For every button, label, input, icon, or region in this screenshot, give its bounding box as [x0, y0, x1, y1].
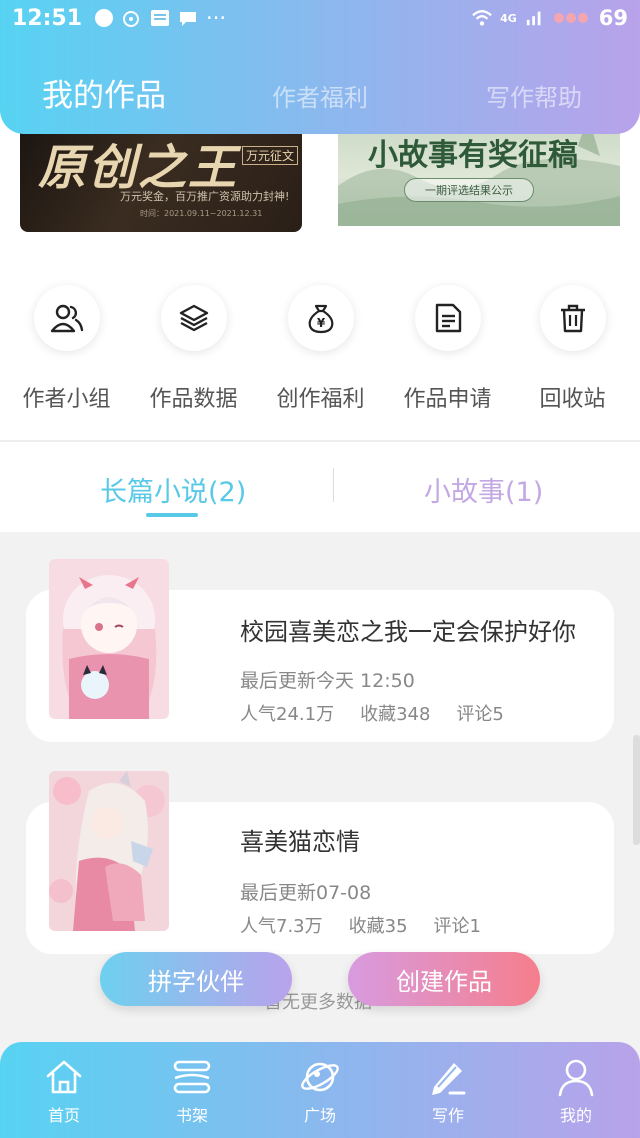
- app-header: 12:51 ··· 4G 69 我的作品 作者福利 写作帮助: [0, 0, 640, 134]
- layers-icon: [160, 285, 227, 351]
- planet-icon: [280, 1056, 360, 1098]
- work-cover-image[interactable]: [49, 559, 169, 719]
- money-bag-icon: ¥: [287, 285, 354, 351]
- quick-action-label: 作品申请: [403, 387, 492, 412]
- message-icon: [178, 8, 198, 28]
- banner-right-title: 小故事有奖征稿: [368, 138, 578, 173]
- chat-bubble-icon: [94, 8, 114, 28]
- nav-label: 写作: [431, 1106, 464, 1125]
- scrollbar[interactable]: [633, 735, 640, 845]
- network-type: 4G: [500, 11, 517, 25]
- signal-icon: [525, 8, 545, 28]
- work-cover-image[interactable]: [49, 771, 169, 931]
- work-updated: 最后更新07-08: [240, 882, 372, 904]
- tab-author-benefits[interactable]: 作者福利: [272, 78, 368, 113]
- work-popularity: 人气24.1万: [240, 704, 335, 725]
- work-stats: 人气24.1万 收藏348 评论5: [240, 700, 504, 726]
- create-work-button[interactable]: 创建作品: [348, 952, 540, 1006]
- nav-item-mine[interactable]: 我的: [536, 1056, 616, 1126]
- banner-left-subtitle: 万元奖金，百万推广资源助力封神!: [120, 190, 290, 203]
- pen-icon: [408, 1056, 488, 1098]
- tab-my-works[interactable]: 我的作品: [42, 70, 166, 115]
- more-notifications-indicator: ···: [206, 6, 227, 30]
- nav-item-plaza[interactable]: 广场: [280, 1056, 360, 1126]
- quick-action-label: 作者小组: [22, 387, 111, 412]
- document-icon: [414, 285, 481, 351]
- wifi-icon: [472, 8, 492, 28]
- status-time: 12:51: [12, 5, 83, 31]
- user-icon: [536, 1056, 616, 1098]
- bottom-navigation: 首页 书架 广场 写作 我的: [0, 1042, 640, 1138]
- work-comments: 评论1: [433, 916, 481, 937]
- quick-action-recycle-bin[interactable]: 回收站: [509, 285, 636, 413]
- writing-partner-button[interactable]: 拼字伙伴: [100, 952, 292, 1006]
- nav-label: 首页: [47, 1106, 80, 1125]
- nav-label: 广场: [303, 1106, 336, 1125]
- subtab-short-stories[interactable]: 小故事(1): [424, 470, 543, 509]
- quick-action-creation-benefits[interactable]: ¥ 创作福利: [257, 285, 384, 413]
- work-favorites: 收藏35: [348, 916, 408, 937]
- work-title: 喜美猫恋情: [240, 828, 360, 856]
- tab-writing-help[interactable]: 写作帮助: [486, 78, 582, 113]
- battery-icon: [553, 8, 591, 28]
- svg-text:¥: ¥: [316, 316, 325, 330]
- work-comments: 评论5: [456, 704, 504, 725]
- home-icon: [24, 1056, 104, 1098]
- battery-level: 69: [598, 6, 628, 30]
- nav-label: 书架: [175, 1106, 208, 1125]
- quick-action-author-group[interactable]: 作者小组: [3, 285, 130, 413]
- banner-left-date: 时间：2021.09.11~2021.12.31: [140, 209, 263, 218]
- work-popularity: 人气7.3万: [240, 916, 323, 937]
- work-updated: 最后更新今天 12:50: [240, 670, 415, 692]
- quick-action-work-data[interactable]: 作品数据: [130, 285, 257, 413]
- banner-left-tag: 万元征文: [242, 146, 299, 165]
- quick-action-label: 作品数据: [149, 387, 238, 412]
- quick-action-label: 创作福利: [276, 387, 365, 412]
- weibo-icon: [122, 8, 142, 28]
- quick-actions: 作者小组 作品数据 ¥ 创作福利 作品申请 回收站: [0, 285, 640, 425]
- subtab-separator: [333, 468, 334, 502]
- subtab-long-novels[interactable]: 长篇小说(2): [100, 470, 246, 509]
- nav-label: 我的: [559, 1106, 592, 1125]
- bookshelf-icon: [152, 1056, 232, 1098]
- users-icon: [33, 285, 100, 351]
- work-favorites: 收藏348: [360, 704, 431, 725]
- quick-action-label: 回收站: [539, 387, 606, 412]
- work-stats: 人气7.3万 收藏35 评论1: [240, 912, 481, 938]
- active-subtab-indicator: [146, 513, 198, 517]
- nav-item-bookshelf[interactable]: 书架: [152, 1056, 232, 1126]
- trash-icon: [539, 285, 606, 351]
- banner-right-pill[interactable]: 一期评选结果公示: [404, 178, 534, 202]
- news-icon: [150, 8, 170, 28]
- quick-action-work-application[interactable]: 作品申请: [384, 285, 511, 413]
- status-bar: 12:51 ··· 4G 69: [0, 0, 640, 36]
- work-title: 校园喜美恋之我一定会保护好你: [240, 618, 576, 646]
- nav-item-write[interactable]: 写作: [408, 1056, 488, 1126]
- section-divider: [0, 440, 640, 442]
- nav-item-home[interactable]: 首页: [24, 1056, 104, 1126]
